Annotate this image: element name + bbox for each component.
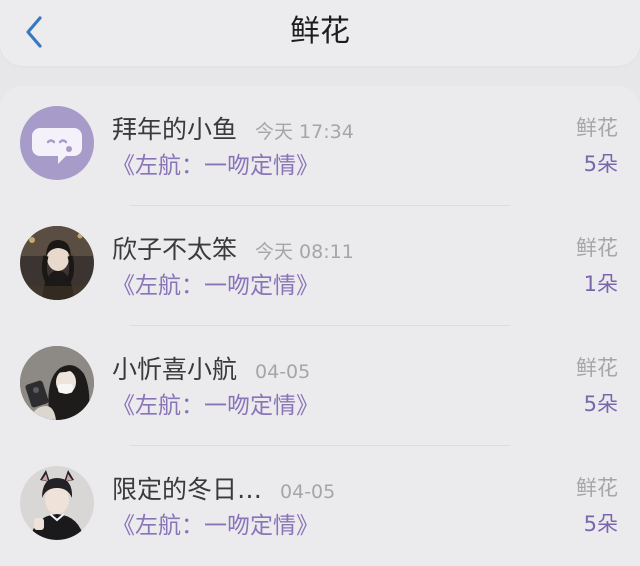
- avatar[interactable]: [20, 346, 94, 420]
- timestamp: 04-05: [255, 361, 311, 383]
- avatar[interactable]: [20, 106, 94, 180]
- gift-count: 5朵: [583, 512, 618, 536]
- user-photo-icon: [20, 346, 94, 420]
- gift-title: 《左航：一吻定情》: [112, 273, 319, 299]
- user-photo-icon: [20, 466, 94, 540]
- gift-count: 1朵: [583, 272, 618, 296]
- avatar[interactable]: [20, 226, 94, 300]
- sender-name: 拜年的小鱼: [112, 115, 238, 144]
- sender-name: 限定的冬日…: [112, 475, 263, 504]
- list-item[interactable]: 欣子不太笨 今天 08:11 《左航：一吻定情》 鲜花 1朵: [0, 206, 640, 326]
- sender-name: 小忻喜小航: [112, 355, 238, 384]
- gift-type: 鲜花: [576, 356, 618, 380]
- timestamp: 04-05: [280, 481, 336, 503]
- chat-bubble-icon: [20, 106, 94, 180]
- list-item[interactable]: 限定的冬日… 04-05 《左航：一吻定情》 鲜花 5朵: [0, 446, 640, 566]
- gift-type: 鲜花: [576, 476, 618, 500]
- gift-title: 《左航：一吻定情》: [112, 153, 319, 179]
- avatar[interactable]: [20, 466, 94, 540]
- timestamp: 今天 08:11: [255, 241, 354, 263]
- list-item[interactable]: 小忻喜小航 04-05 《左航：一吻定情》 鲜花 5朵: [0, 326, 640, 446]
- gift-count: 5朵: [583, 392, 618, 416]
- gift-type: 鲜花: [576, 116, 618, 140]
- page-title: 鲜花: [290, 14, 350, 49]
- gift-record-list: 拜年的小鱼 今天 17:34 《左航：一吻定情》 鲜花 5朵 欣子不太笨 今天 …: [0, 86, 640, 566]
- gift-count: 5朵: [583, 152, 618, 176]
- user-photo-icon: [20, 226, 94, 300]
- gift-type: 鲜花: [576, 236, 618, 260]
- sender-name: 欣子不太笨: [112, 235, 238, 264]
- gift-title: 《左航：一吻定情》: [112, 393, 319, 419]
- timestamp: 今天 17:34: [255, 121, 354, 143]
- list-item[interactable]: 拜年的小鱼 今天 17:34 《左航：一吻定情》 鲜花 5朵: [0, 86, 640, 206]
- header-bar: 鲜花: [0, 0, 640, 66]
- gift-title: 《左航：一吻定情》: [112, 513, 319, 539]
